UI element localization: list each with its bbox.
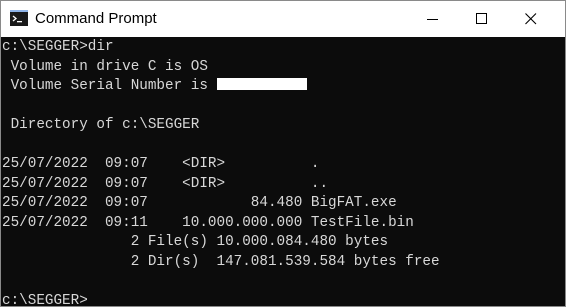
terminal-line-serial-number: Volume Serial Number is xyxy=(2,77,565,97)
file-summary-line: 2 File(s) 10.000.084.480 bytes xyxy=(2,234,389,250)
command-prompt-window: Command Prompt c:\SEGGER>dir Volume in d… xyxy=(0,0,566,307)
terminal-line-prompt-dir: c:\SEGGER>dir xyxy=(2,39,114,55)
serial-number-label: Volume Serial Number is xyxy=(2,78,217,94)
terminal-output[interactable]: c:\SEGGER>dir Volume in drive C is OS Vo… xyxy=(1,37,565,306)
terminal-line-directory-of: Directory of c:\SEGGER xyxy=(2,117,200,133)
command-prompt-line[interactable]: c:\SEGGER> xyxy=(2,292,565,307)
minimize-button[interactable] xyxy=(410,1,456,37)
directory-entry: 25/07/2022 09:11 10.000.000.000 TestFile… xyxy=(2,214,414,231)
maximize-icon xyxy=(476,13,487,24)
close-button[interactable] xyxy=(508,1,554,37)
maximize-button[interactable] xyxy=(459,1,505,37)
close-icon xyxy=(525,13,537,25)
title-bar[interactable]: Command Prompt xyxy=(1,1,565,37)
minimize-icon xyxy=(427,19,438,20)
directory-entry: 25/07/2022 09:07 84.480 BigFAT.exe xyxy=(2,195,397,211)
directory-entry: 25/07/2022 09:07 <DIR> .. xyxy=(2,175,329,192)
directory-entry: 25/07/2022 09:07 <DIR> . xyxy=(2,156,320,172)
cmd-icon xyxy=(10,10,28,26)
redacted-serial-block xyxy=(216,78,307,90)
dir-summary-line: 2 Dir(s) 147.081.539.584 bytes free xyxy=(2,253,440,270)
terminal-line-volume-label: Volume in drive C is OS xyxy=(2,58,208,75)
window-title: Command Prompt xyxy=(35,10,157,27)
